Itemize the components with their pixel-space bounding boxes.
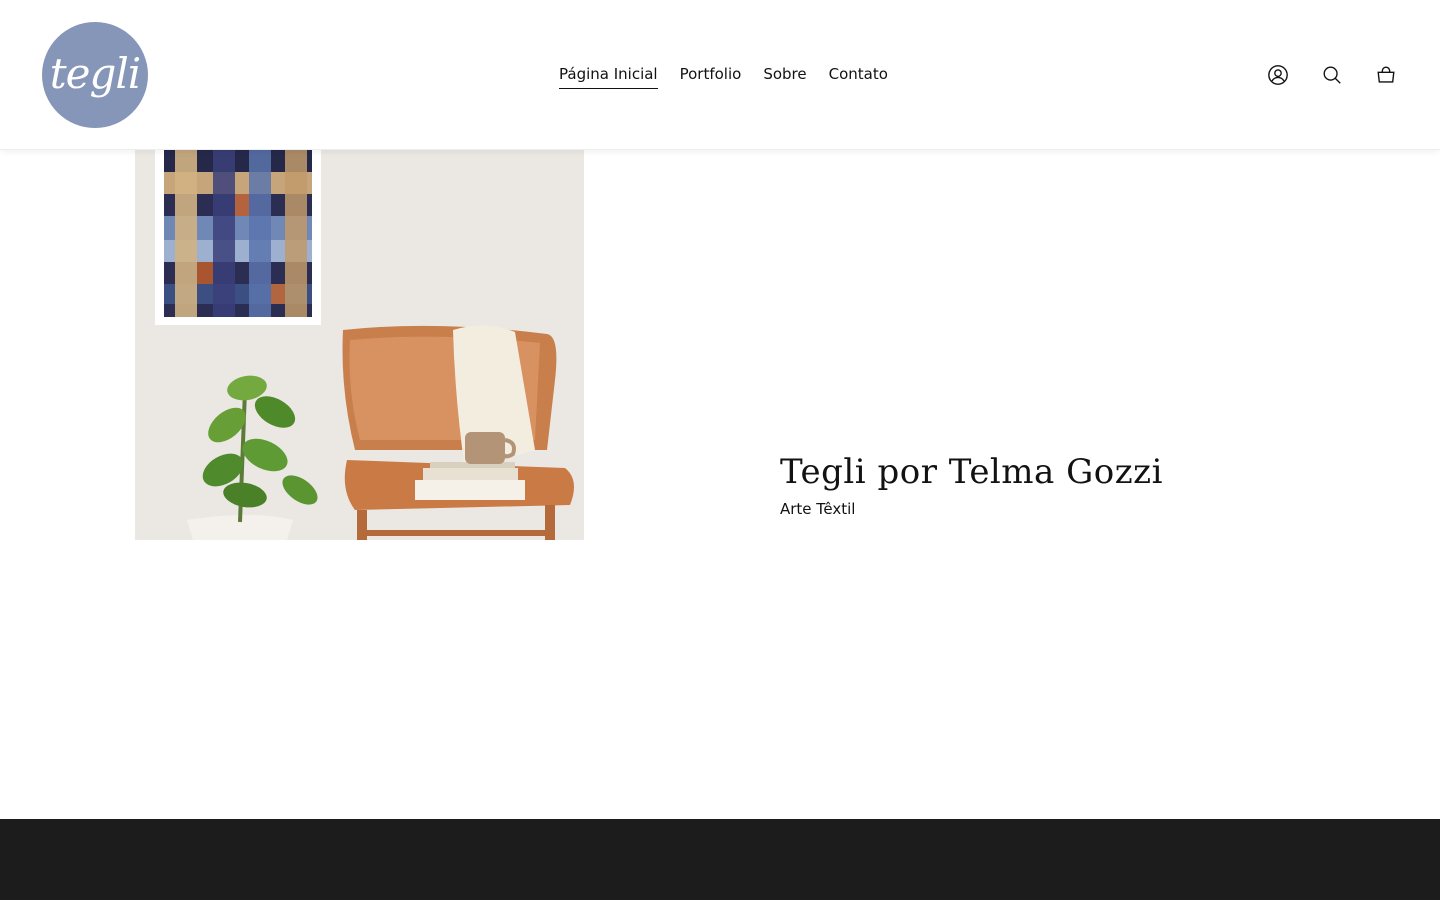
header-icons	[1266, 63, 1398, 87]
site-header: tegli Página Inicial Portfolio Sobre Con…	[0, 0, 1440, 150]
hero-illustration	[135, 150, 584, 540]
logo-text: tegli	[49, 48, 141, 98]
nav-item-portfolio[interactable]: Portfolio	[680, 64, 742, 89]
search-icon[interactable]	[1320, 63, 1344, 87]
site-footer	[0, 819, 1440, 900]
cart-icon[interactable]	[1374, 63, 1398, 87]
nav-item-home[interactable]: Página Inicial	[559, 64, 658, 89]
hero-title: Tegli por Telma Gozzi	[780, 452, 1163, 492]
nav-item-about[interactable]: Sobre	[763, 64, 806, 89]
account-icon[interactable]	[1266, 63, 1290, 87]
main-nav: Página Inicial Portfolio Sobre Contato	[559, 64, 888, 89]
hero-image	[135, 150, 584, 540]
hero-text: Tegli por Telma Gozzi Arte Têxtil	[780, 450, 1163, 518]
hero-subtitle: Arte Têxtil	[780, 500, 856, 518]
brand-logo[interactable]: tegli	[42, 22, 148, 128]
nav-item-contact[interactable]: Contato	[829, 64, 888, 89]
